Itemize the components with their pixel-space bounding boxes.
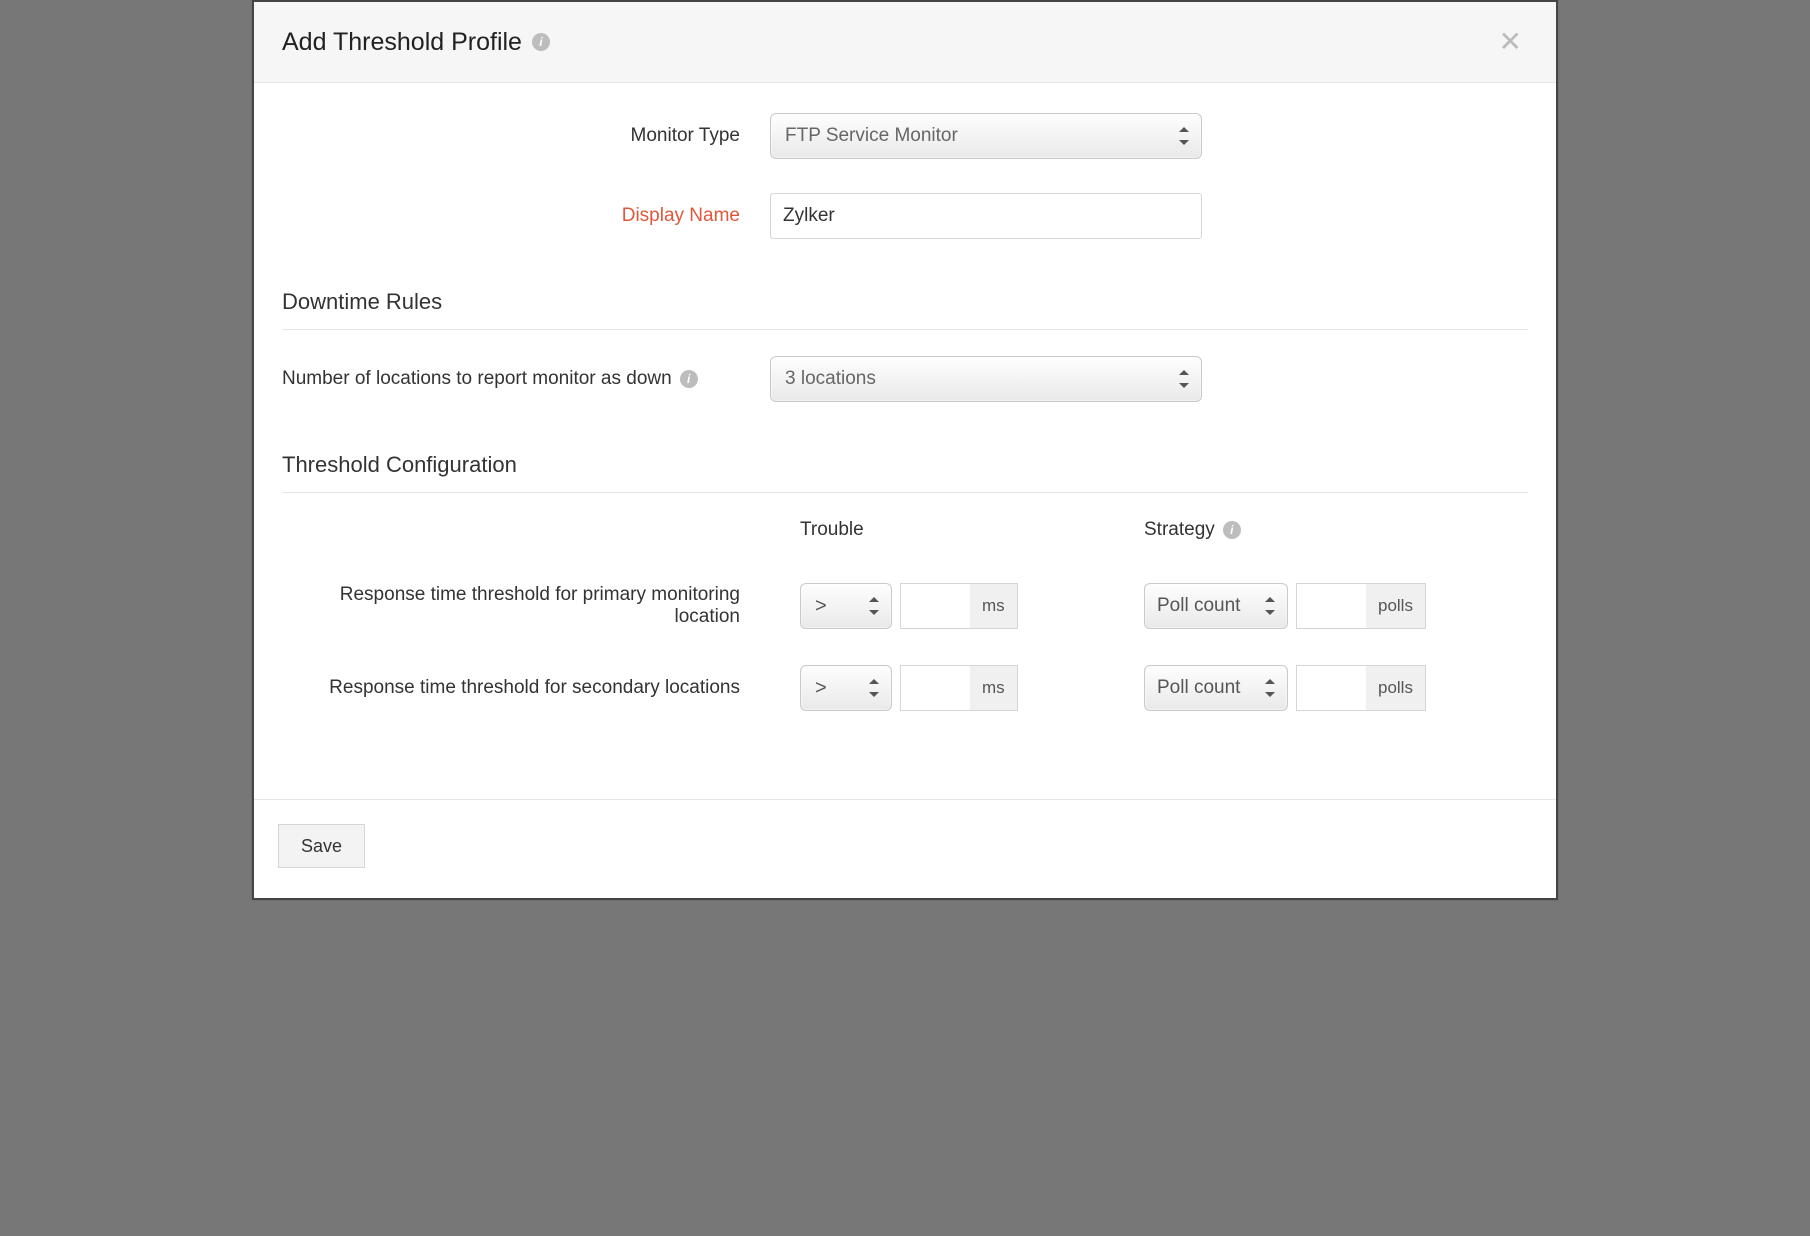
secondary-strategy-select[interactable]: Poll count — [1144, 665, 1288, 711]
secondary-row-label: Response time threshold for secondary lo… — [282, 677, 770, 699]
monitor-type-row: Monitor Type FTP Service Monitor — [282, 113, 1528, 159]
modal-header: Add Threshold Profile i ✕ — [254, 2, 1556, 83]
col-trouble-label: Trouble — [800, 519, 864, 541]
primary-strategy-select[interactable]: Poll count — [1144, 583, 1288, 629]
chevron-updown-icon — [1265, 680, 1275, 696]
primary-value-input[interactable] — [900, 583, 970, 629]
secondary-strategy-value: Poll count — [1157, 677, 1240, 699]
locations-label: Number of locations to report monitor as… — [282, 368, 672, 390]
chevron-updown-icon — [1265, 598, 1275, 614]
chevron-updown-icon — [869, 598, 879, 614]
secondary-polls-group: polls — [1296, 665, 1426, 711]
threshold-grid: Trouble Strategy i Response time thresho… — [282, 519, 1528, 711]
chevron-updown-icon — [1179, 371, 1189, 387]
primary-polls-input[interactable] — [1296, 583, 1366, 629]
primary-polls-unit: polls — [1366, 583, 1426, 629]
monitor-type-value: FTP Service Monitor — [785, 125, 958, 147]
secondary-value-group: ms — [900, 665, 1018, 711]
col-strategy-header: Strategy i — [1114, 519, 1458, 547]
primary-row-label: Response time threshold for primary moni… — [282, 584, 770, 628]
modal-title: Add Threshold Profile — [282, 28, 522, 57]
display-name-label: Display Name — [282, 205, 770, 227]
locations-select[interactable]: 3 locations — [770, 356, 1202, 402]
secondary-polls-input[interactable] — [1296, 665, 1366, 711]
threshold-config-heading: Threshold Configuration — [282, 452, 1528, 493]
modal-body: Monitor Type FTP Service Monitor Display… — [254, 83, 1556, 799]
monitor-type-label: Monitor Type — [282, 125, 770, 147]
primary-op-value: > — [815, 595, 827, 618]
locations-value: 3 locations — [785, 368, 876, 390]
close-icon[interactable]: ✕ — [1493, 26, 1528, 58]
info-icon[interactable]: i — [532, 33, 550, 51]
primary-trouble-cell: > ms — [770, 583, 1114, 629]
locations-label-wrap: Number of locations to report monitor as… — [282, 368, 770, 390]
primary-strategy-value: Poll count — [1157, 595, 1240, 617]
col-strategy-label: Strategy — [1144, 519, 1215, 541]
primary-strategy-cell: Poll count polls — [1114, 583, 1458, 629]
display-name-input[interactable] — [770, 193, 1202, 239]
secondary-trouble-cell: > ms — [770, 665, 1114, 711]
secondary-value-input[interactable] — [900, 665, 970, 711]
primary-value-group: ms — [900, 583, 1018, 629]
secondary-op-value: > — [815, 677, 827, 700]
downtime-rules-heading: Downtime Rules — [282, 289, 1528, 330]
save-button[interactable]: Save — [278, 824, 365, 868]
monitor-type-select[interactable]: FTP Service Monitor — [770, 113, 1202, 159]
secondary-op-select[interactable]: > — [800, 665, 892, 711]
secondary-strategy-cell: Poll count polls — [1114, 665, 1458, 711]
add-threshold-profile-modal: Add Threshold Profile i ✕ Monitor Type F… — [252, 0, 1558, 900]
modal-footer: Save — [254, 799, 1556, 898]
chevron-updown-icon — [1179, 128, 1189, 144]
secondary-unit: ms — [970, 665, 1018, 711]
modal-title-wrap: Add Threshold Profile i — [282, 28, 550, 57]
display-name-row: Display Name — [282, 193, 1528, 239]
secondary-polls-unit: polls — [1366, 665, 1426, 711]
info-icon[interactable]: i — [680, 370, 698, 388]
locations-row: Number of locations to report monitor as… — [282, 356, 1528, 402]
col-trouble-header: Trouble — [770, 519, 1114, 547]
primary-op-select[interactable]: > — [800, 583, 892, 629]
chevron-updown-icon — [869, 680, 879, 696]
primary-polls-group: polls — [1296, 583, 1426, 629]
primary-unit: ms — [970, 583, 1018, 629]
info-icon[interactable]: i — [1223, 521, 1241, 539]
